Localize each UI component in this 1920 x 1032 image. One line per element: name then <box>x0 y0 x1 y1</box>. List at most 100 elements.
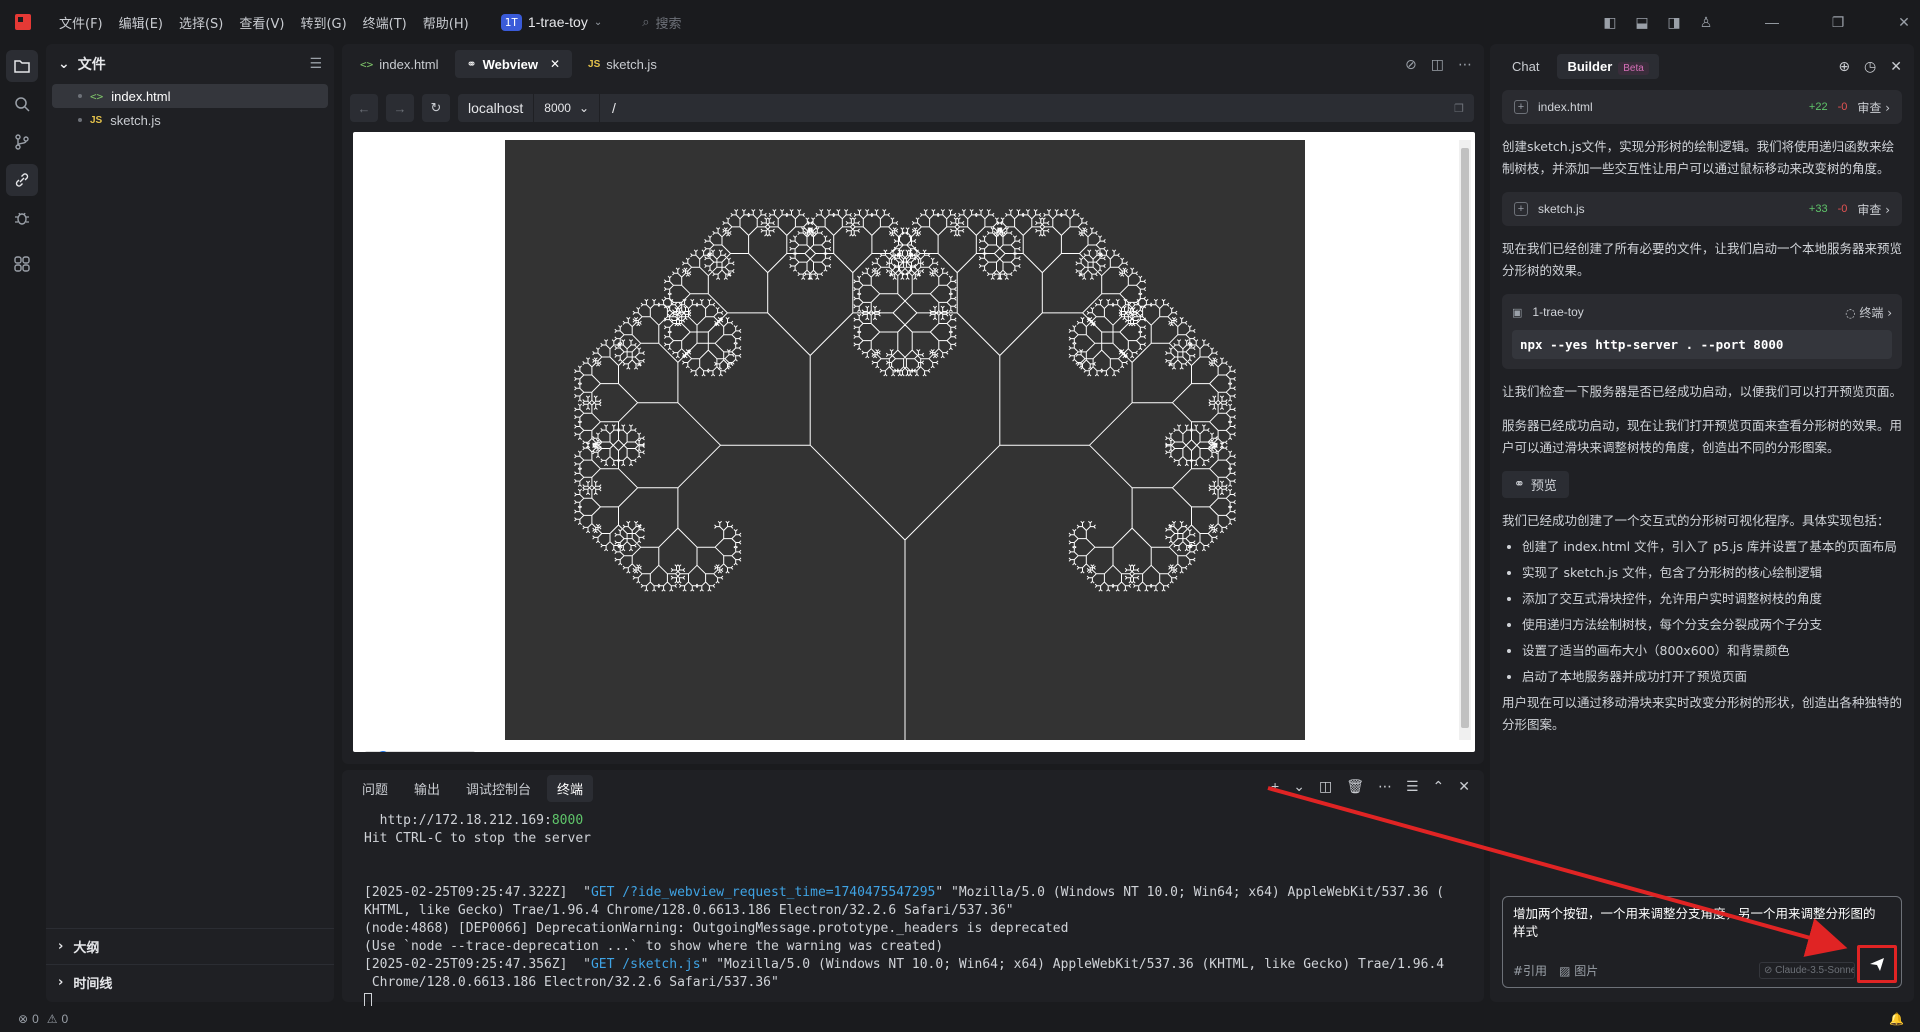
quote-button[interactable]: #引用 <box>1513 962 1547 979</box>
webview-scrollbar[interactable] <box>1459 140 1471 740</box>
toggle-sidebar-icon[interactable]: ◧ <box>1594 14 1626 31</box>
compass-icon[interactable]: ⊘ <box>1405 56 1417 73</box>
filter-icon[interactable]: ☰ <box>309 56 322 72</box>
terminal-output[interactable]: http://172.18.212.169:8000 Hit CTRL-C to… <box>364 812 1472 1010</box>
panel-settings-icon[interactable]: ☰ <box>1406 778 1419 795</box>
project-switcher[interactable]: 1T 1-trae-toy ⌄ <box>500 13 602 31</box>
chat-composer[interactable]: 增加两个按钮，一个用来调整分支角度，另一个用来调整分形图的样式 #引用 ▨ 图片… <box>1502 896 1902 988</box>
tab-chat[interactable]: Chat <box>1502 54 1549 79</box>
preview-button[interactable]: ⚭ 预览 <box>1502 471 1569 498</box>
remote-link-icon[interactable] <box>6 164 38 196</box>
port-select[interactable]: 8000 ⌄ <box>533 94 601 122</box>
menu-view[interactable]: 查看(V) <box>231 13 292 32</box>
back-icon[interactable]: ← <box>350 94 378 122</box>
toggle-panel-icon[interactable]: ⬓ <box>1626 14 1658 31</box>
list-item: 启动了本地服务器并成功打开了预览页面 <box>1522 666 1902 688</box>
file-item-sketch-js[interactable]: JS sketch.js <box>52 108 328 132</box>
menu-help[interactable]: 帮助(H) <box>415 13 477 32</box>
history-icon[interactable]: ◷ <box>1864 58 1876 75</box>
timeline-section[interactable]: › 时间线 <box>46 964 334 1000</box>
file-item-index-html[interactable]: <> index.html <box>52 84 328 108</box>
explorer-sidebar: ⌄ 文件 ☰ <> index.html JS sketch.js › 大纲 ›… <box>46 44 334 1002</box>
reload-icon[interactable]: ↻ <box>422 94 450 122</box>
menu-file[interactable]: 文件(F) <box>51 13 111 32</box>
fractal-canvas[interactable] <box>505 140 1305 740</box>
project-badge: 1T <box>500 13 522 31</box>
activity-bar <box>0 44 44 1006</box>
search-icon[interactable] <box>6 88 38 120</box>
angle-slider[interactable] <box>365 744 475 752</box>
menu-selection[interactable]: 选择(S) <box>171 13 231 32</box>
tab-builder[interactable]: Builder Beta <box>1557 53 1659 79</box>
explorer-header[interactable]: ⌄ 文件 ☰ <box>46 44 334 84</box>
ai-chat-panel: Chat Builder Beta ⊕ ◷ ✕ + index.html +22 … <box>1490 44 1914 1002</box>
terminal-command-card[interactable]: ▣ 1-trae-toy ◌ 终端 › npx --yes http-serve… <box>1502 294 1902 369</box>
explorer-title: 文件 <box>77 57 106 73</box>
close-tab-icon[interactable]: ✕ <box>550 57 560 71</box>
tab-problems[interactable]: 问题 <box>352 775 398 802</box>
tab-webview[interactable]: ⚭ Webview ✕ <box>454 50 573 78</box>
split-editor-icon[interactable]: ◫ <box>1431 56 1444 73</box>
review-button[interactable]: 审查 › <box>1857 201 1890 218</box>
file-change-card[interactable]: + sketch.js +33 -0 审查 › <box>1502 192 1902 226</box>
chevron-down-icon[interactable]: ⌄ <box>1293 778 1305 795</box>
restore-icon[interactable]: ❐ <box>1822 14 1854 31</box>
notification-bell-icon[interactable]: 🔔 <box>1889 1012 1904 1026</box>
composer-input[interactable]: 增加两个按钮，一个用来调整分支角度，另一个用来调整分形图的样式 <box>1513 905 1887 941</box>
editor-tabs: <> index.html ⚭ Webview ✕ JS sketch.js <box>342 44 1484 84</box>
close-panel-icon[interactable]: ✕ <box>1458 778 1470 795</box>
add-terminal-icon[interactable]: + <box>1271 778 1279 795</box>
extensions-icon[interactable] <box>6 248 38 280</box>
search-icon: ⌕ <box>642 14 650 30</box>
tab-index-html[interactable]: <> index.html <box>348 50 451 78</box>
maximize-panel-icon[interactable]: ⌃ <box>1433 778 1445 795</box>
webview-navbar: ← → ↻ localhost 8000 ⌄ / ❐ <box>350 94 1474 122</box>
menu-go[interactable]: 转到(G) <box>292 13 354 32</box>
tab-output[interactable]: 输出 <box>404 775 450 802</box>
open-external-icon[interactable]: ❐ <box>1454 102 1464 115</box>
change-file-name: sketch.js <box>1538 202 1585 216</box>
send-button[interactable] <box>1857 945 1897 983</box>
review-button[interactable]: 审查 › <box>1857 99 1890 116</box>
tab-terminal[interactable]: 终端 <box>547 774 594 802</box>
new-chat-icon[interactable]: ⊕ <box>1838 58 1850 75</box>
menu-terminal[interactable]: 终端(T) <box>355 13 415 32</box>
source-control-icon[interactable] <box>6 126 38 158</box>
image-button[interactable]: ▨ 图片 <box>1559 962 1598 979</box>
url-host: localhost <box>468 100 524 116</box>
trash-icon[interactable]: 🗑 <box>1346 778 1364 795</box>
terminal-icon: ▣ <box>1512 306 1523 319</box>
tab-debug-console[interactable]: 调试控制台 <box>456 775 541 802</box>
outline-section[interactable]: › 大纲 <box>46 928 334 964</box>
file-name: index.html <box>111 88 171 104</box>
account-icon[interactable]: ♙ <box>1690 14 1722 31</box>
model-select[interactable]: ⊘ Claude-3.5-Sonnet <box>1759 962 1855 979</box>
file-change-card[interactable]: + index.html +22 -0 审查 › <box>1502 90 1902 124</box>
close-icon[interactable]: ✕ <box>1890 58 1902 75</box>
warning-icon[interactable]: ⚠ <box>47 1012 58 1026</box>
more-icon[interactable]: ⋯ <box>1378 778 1392 795</box>
menu-edit[interactable]: 编辑(E) <box>111 13 171 32</box>
lines-added: +33 <box>1808 203 1828 215</box>
project-name: 1-trae-toy <box>527 14 588 30</box>
assistant-message: 让我们检查一下服务器是否已经成功启动，以便我们可以打开预览页面。 <box>1502 384 1903 399</box>
explorer-icon[interactable] <box>6 50 38 82</box>
lines-removed: -0 <box>1837 101 1848 113</box>
error-icon[interactable]: ⊗ <box>18 1012 28 1026</box>
bottom-panel: 问题 输出 调试控制台 终端 + ⌄ ◫ 🗑 ⋯ ☰ ⌃ ✕ http://17… <box>342 770 1484 1009</box>
debug-icon[interactable] <box>6 202 38 234</box>
url-path: / <box>612 100 616 116</box>
url-bar[interactable]: localhost 8000 ⌄ / ❐ <box>458 94 1474 122</box>
minimize-icon[interactable]: — <box>1756 14 1788 30</box>
search-input[interactable]: ⌕ 搜索 <box>642 13 681 32</box>
close-icon[interactable]: ✕ <box>1888 14 1920 31</box>
toggle-chat-icon[interactable]: ◨ <box>1658 14 1690 31</box>
beta-badge: Beta <box>1618 61 1649 75</box>
open-terminal-button[interactable]: ◌ 终端 › <box>1845 304 1892 321</box>
split-terminal-icon[interactable]: ◫ <box>1319 778 1332 795</box>
webview-viewport <box>353 132 1475 752</box>
more-icon[interactable]: ⋯ <box>1458 56 1472 73</box>
tab-sketch-js[interactable]: JS sketch.js <box>576 50 669 78</box>
assistant-message: 用户现在可以通过移动滑块来实时改变分形树的形状，创造出各种独特的分形图案。 <box>1502 695 1903 732</box>
forward-icon[interactable]: → <box>386 94 414 122</box>
